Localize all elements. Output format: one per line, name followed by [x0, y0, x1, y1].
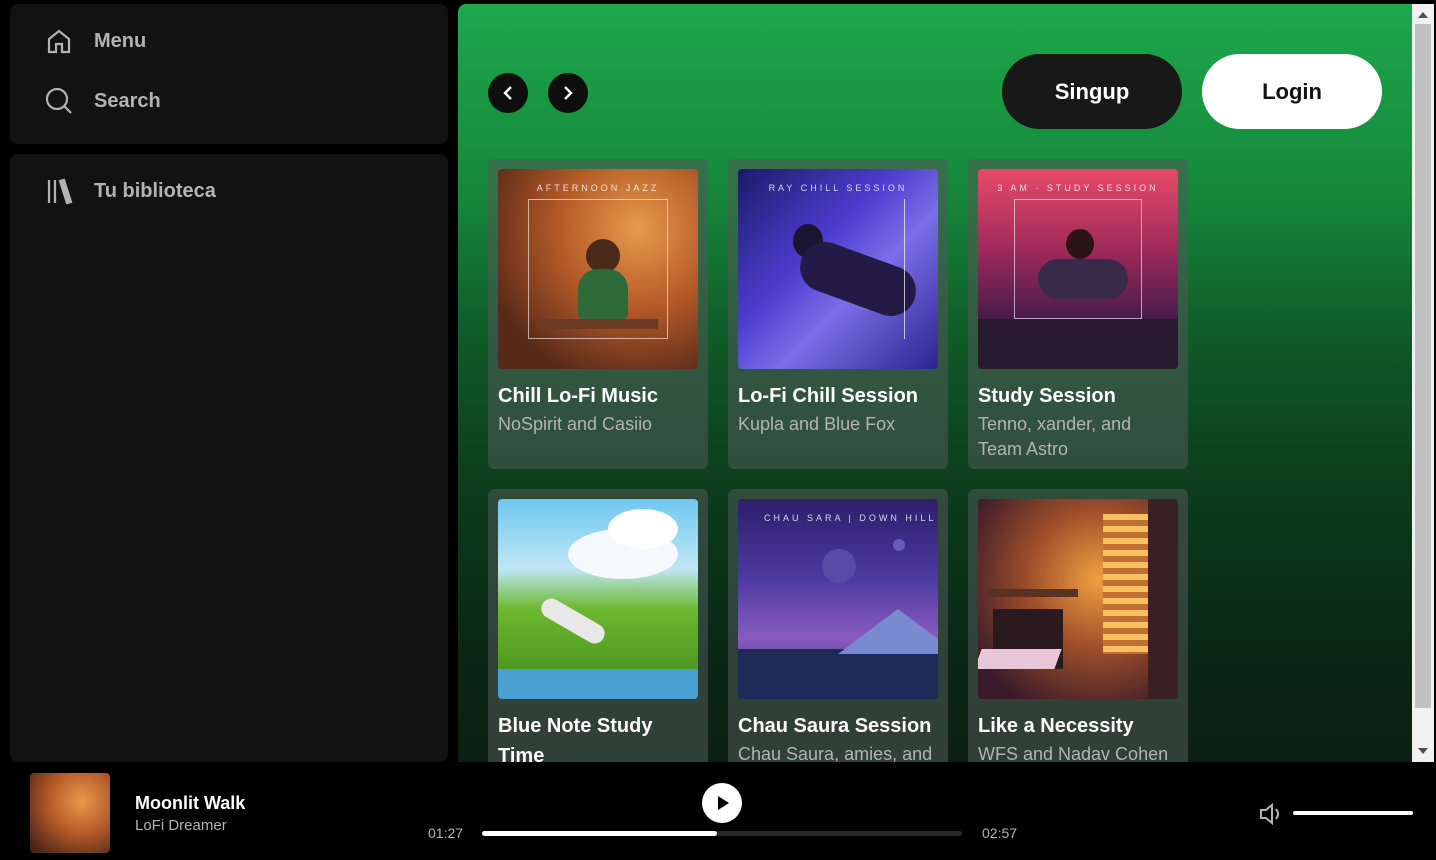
volume-icon[interactable] — [1257, 800, 1285, 828]
card-title: Chill Lo-Fi Music — [498, 385, 658, 407]
play-icon — [718, 796, 729, 810]
elapsed-time: 01:27 — [428, 825, 464, 841]
sidebar-item-search[interactable]: Search — [44, 86, 161, 116]
card-title: Lo-Fi Chill Session — [738, 385, 919, 407]
sidebar-item-label: Search — [94, 89, 161, 112]
cover-text: RAY CHILL SESSION — [768, 183, 908, 193]
chevron-right-icon — [564, 86, 573, 100]
now-playing-artist: LoFi Dreamer — [135, 817, 227, 834]
album-cover: RAY CHILL SESSION — [738, 169, 938, 369]
card-subtitle: Kupla and Blue Fox — [738, 414, 896, 434]
library-icon — [44, 176, 74, 206]
album-cover: CHAU SARA | DOWN HILL — [738, 499, 938, 699]
play-button[interactable] — [702, 783, 742, 823]
scroll-up-icon[interactable] — [1418, 12, 1428, 18]
card-subtitle: Chau Saura, amies, and — [738, 744, 933, 762]
progress-fill — [482, 831, 718, 836]
card-title: Chau Saura Session — [738, 715, 932, 737]
chevron-left-icon — [503, 86, 512, 100]
card-title: Like a Necessity — [978, 715, 1134, 737]
cover-text: CHAU SARA | DOWN HILL — [764, 513, 937, 523]
card-title: Blue Note Study Time — [498, 715, 653, 762]
sidebar-item-menu[interactable]: Menu — [44, 26, 146, 56]
now-playing-cover — [30, 773, 110, 853]
cover-text: AFTERNOON JAZZ — [536, 183, 660, 193]
card-subtitle: WFS and Nadav Cohen — [978, 744, 1169, 762]
sidebar-item-library[interactable]: Tu biblioteca — [44, 176, 216, 206]
sidebar-item-label: Tu biblioteca — [94, 179, 216, 202]
card-title: Study Session — [978, 385, 1116, 407]
album-cover — [498, 499, 698, 699]
cover-text: 3 AM · STUDY SESSION — [997, 183, 1159, 193]
library-panel: Tu biblioteca — [10, 154, 448, 762]
album-cover: 3 AM · STUDY SESSION — [978, 169, 1178, 369]
scrollbar[interactable] — [1412, 4, 1434, 762]
total-time: 02:57 — [982, 825, 1018, 841]
volume-fill — [1293, 811, 1413, 815]
album-cover: AFTERNOON JAZZ — [498, 169, 698, 369]
login-button[interactable]: Login — [1202, 54, 1382, 129]
album-cover — [978, 499, 1178, 699]
scroll-down-icon[interactable] — [1418, 748, 1428, 754]
playlist-card[interactable]: CHAU SARA | DOWN HILL Chau Saura Session… — [728, 489, 948, 762]
main-content[interactable]: Singup Login AFTERNOON JAZZ Chill Lo-Fi … — [458, 4, 1412, 762]
search-icon — [44, 86, 74, 116]
player-bar: Moonlit Walk LoFi Dreamer 01:27 02:57 — [0, 762, 1436, 860]
volume-slider[interactable] — [1293, 811, 1413, 815]
back-button[interactable] — [488, 73, 528, 113]
forward-button[interactable] — [548, 73, 588, 113]
signup-button[interactable]: Singup — [1002, 54, 1182, 129]
sidebar-item-label: Menu — [94, 29, 147, 52]
playlist-card[interactable]: 3 AM · STUDY SESSION Study Session Tenno… — [968, 159, 1188, 469]
scrollbar-thumb[interactable] — [1415, 24, 1431, 708]
playlist-card[interactable]: AFTERNOON JAZZ Chill Lo-Fi Music NoSpiri… — [488, 159, 708, 469]
playlist-card[interactable]: Blue Note Study Time — [488, 489, 708, 762]
now-playing-title: Moonlit Walk — [135, 793, 246, 813]
card-subtitle: Tenno, xander, and Team Astro — [978, 414, 1132, 459]
sidebar-nav-panel: Menu Search — [10, 4, 448, 144]
progress-bar[interactable] — [482, 831, 962, 836]
playlist-card[interactable]: Like a Necessity WFS and Nadav Cohen — [968, 489, 1188, 762]
playlist-card[interactable]: RAY CHILL SESSION Lo-Fi Chill Session Ku… — [728, 159, 948, 469]
card-subtitle: NoSpirit and Casiio — [498, 414, 653, 434]
home-icon — [44, 26, 74, 56]
